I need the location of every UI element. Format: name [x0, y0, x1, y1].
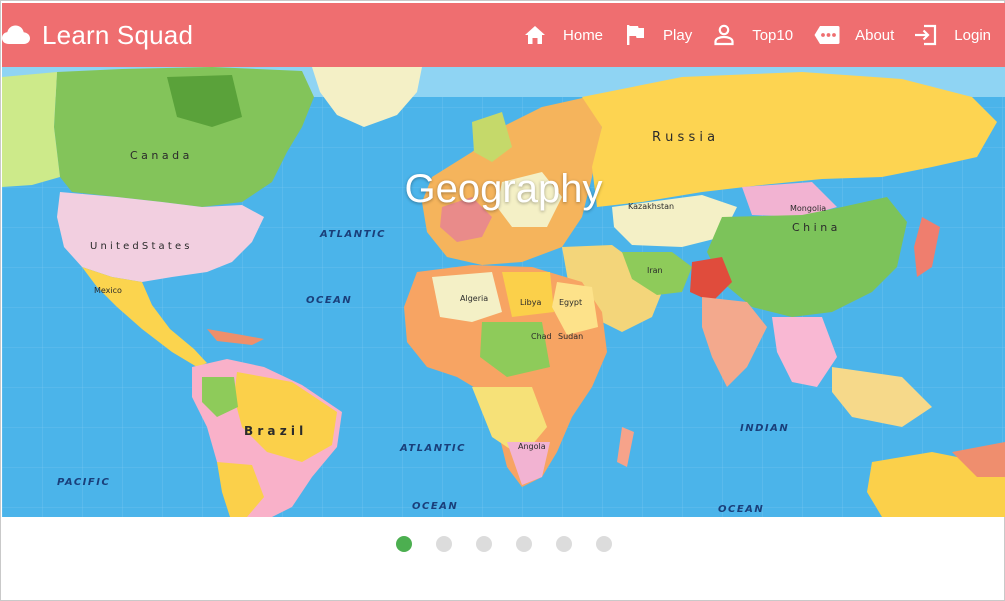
nav-home[interactable]: Home — [523, 3, 603, 67]
nav-home-label: Home — [563, 26, 604, 44]
chat-bubble-icon — [813, 23, 841, 47]
nav-login-label: Login — [954, 26, 991, 44]
map-label-egypt: Egypt — [559, 298, 582, 307]
nav-play[interactable]: Play — [623, 3, 692, 67]
map-label-russia: R u s s i a — [652, 130, 715, 145]
nav-about-label: About — [855, 26, 895, 44]
map-label-us: U n i t e d S t a t e s — [90, 241, 190, 252]
map-label-atlantic-south: ATLANTIC — [399, 443, 466, 454]
map-label-china: C h i n a — [792, 221, 837, 234]
map-label-iran: Iran — [647, 266, 663, 275]
carousel-dot-1[interactable] — [395, 536, 412, 552]
top-navbar: Learn Squad Home Play Top10 About Login — [2, 3, 1005, 67]
nav-top10[interactable]: Top10 — [712, 3, 793, 67]
map-label-ocean-north: OCEAN — [306, 295, 352, 306]
map-label-libya: Libya — [520, 298, 541, 307]
map-label-mexico: Mexico — [94, 286, 122, 295]
map-label-angola: Angola — [518, 442, 546, 451]
cloud-icon — [2, 23, 32, 47]
carousel-indicators — [1, 535, 1005, 553]
carousel-dot-5[interactable] — [555, 536, 572, 552]
person-icon — [712, 23, 736, 47]
slide-title: Geography — [404, 167, 603, 211]
world-map-image: C a n a d a U n i t e d S t a t e s Mexi… — [2, 67, 1005, 517]
nav-about[interactable]: About — [813, 3, 894, 67]
login-icon — [914, 23, 938, 47]
page-frame: Learn Squad Home Play Top10 About Login … — [0, 0, 1005, 601]
app-title: Learn Squad — [42, 19, 194, 50]
map-label-atlantic-north: ATLANTIC — [319, 229, 386, 240]
hero-carousel[interactable]: C a n a d a U n i t e d S t a t e s Mexi… — [2, 67, 1005, 517]
carousel-dot-4[interactable] — [515, 536, 532, 552]
map-label-ocean-east: OCEAN — [718, 504, 764, 515]
main-menu: Home Play Top10 About Login — [503, 3, 991, 67]
carousel-dot-3[interactable] — [475, 536, 492, 552]
nav-login[interactable]: Login — [914, 3, 991, 67]
map-label-canada: C a n a d a — [130, 149, 189, 162]
map-label-indian: INDIAN — [740, 423, 789, 434]
nav-play-label: Play — [663, 26, 693, 44]
nav-top10-label: Top10 — [752, 26, 794, 44]
carousel-dot-6[interactable] — [595, 536, 612, 552]
map-label-pacific: PACIFIC — [57, 477, 110, 488]
flag-icon — [623, 23, 647, 47]
map-label-algeria: Algeria — [460, 294, 488, 303]
map-label-brazil: B r a z i l — [244, 424, 303, 438]
map-label-sudan: Sudan — [558, 332, 583, 341]
map-label-ocean-south: OCEAN — [412, 501, 458, 512]
home-icon — [523, 23, 547, 47]
carousel-dot-2[interactable] — [435, 536, 452, 552]
brand-logo-link[interactable]: Learn Squad — [2, 3, 193, 67]
map-label-chad: Chad — [531, 332, 552, 341]
